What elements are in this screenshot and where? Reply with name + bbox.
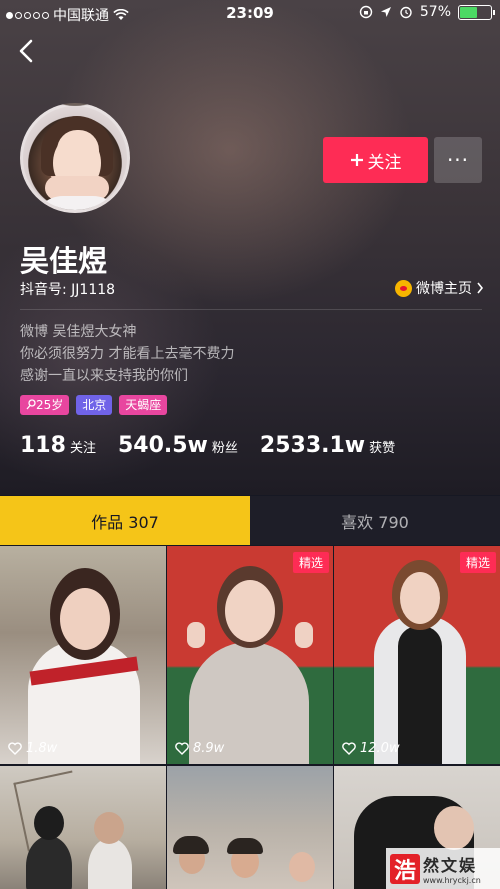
battery-percent: 57%	[419, 4, 451, 20]
chevron-right-icon	[477, 282, 484, 294]
bio: 微博 吴佳煜大女神 你必须很努力 才能看上去毫不费力 感谢一直以来支持我的你们	[20, 321, 234, 387]
watermark-logo: 浩	[390, 853, 420, 884]
video-thumbnail[interactable]	[167, 766, 333, 889]
profile-tags: 25岁 北京 天蝎座	[20, 395, 168, 415]
zodiac-tag: 天蝎座	[119, 395, 168, 415]
bio-line: 你必须很努力 才能看上去毫不费力	[20, 346, 235, 362]
video-thumbnail[interactable]	[0, 766, 166, 889]
content-tabs: 作品 307 喜欢 790	[0, 496, 500, 545]
site-watermark: 浩 然文娱 www.hryckj.cn	[386, 848, 500, 889]
battery-icon	[458, 4, 495, 20]
age-tag-label: 25岁	[36, 398, 64, 412]
bio-line: 微博 吴佳煜大女神	[20, 324, 137, 340]
weibo-link-label: 微博主页	[416, 281, 472, 297]
location-icon	[380, 7, 391, 17]
follow-button[interactable]: 关注	[323, 137, 428, 183]
divider	[20, 309, 482, 310]
profile-name: 吴佳煜	[20, 244, 108, 278]
video-like-count: 1.8w	[8, 741, 57, 756]
video-like-count-label: 1.8w	[26, 741, 58, 756]
more-dots-icon: ···	[446, 148, 470, 172]
video-thumbnail[interactable]: 精选 8.9w	[167, 546, 333, 764]
back-button[interactable]	[12, 34, 40, 68]
heart-icon	[342, 742, 356, 755]
douyin-id: 抖音号: JJ1118	[20, 282, 116, 298]
plus-icon	[350, 154, 363, 166]
video-like-count: 8.9w	[175, 741, 224, 756]
age-tag: 25岁	[20, 395, 70, 415]
following-count[interactable]: 118	[20, 433, 66, 458]
follow-label: 关注	[367, 152, 402, 173]
weibo-icon	[395, 279, 412, 297]
avatar[interactable]	[20, 103, 130, 213]
video-like-count-label: 12.0w	[360, 741, 400, 756]
featured-badge: 精选	[459, 552, 496, 573]
heart-icon	[8, 742, 22, 755]
rotation-lock-icon	[359, 5, 373, 19]
video-thumbnail[interactable]: 精选 12.0w	[334, 546, 500, 764]
more-options-button[interactable]: ···	[434, 137, 482, 183]
watermark-title: 然文娱	[423, 856, 478, 875]
heart-icon	[175, 742, 189, 755]
video-thumbnail[interactable]: 1.8w	[0, 546, 166, 764]
featured-badge: 精选	[292, 552, 329, 573]
chevron-left-icon	[19, 39, 33, 63]
status-right: 57%	[359, 4, 495, 20]
video-like-count-label: 8.9w	[193, 741, 225, 756]
video-like-count: 12.0w	[342, 741, 400, 756]
status-bar: 中国联通 23:09 57%	[0, 0, 500, 26]
fans-count[interactable]: 540.5w	[118, 433, 208, 458]
bio-line: 感谢一直以来支持我的你们	[20, 368, 188, 384]
city-tag: 北京	[76, 395, 113, 415]
tab-works[interactable]: 作品 307	[0, 496, 250, 545]
weibo-homepage-link[interactable]: 微博主页	[395, 278, 484, 298]
likes-received-label: 获赞	[369, 441, 396, 456]
watermark-url: www.hryckj.cn	[423, 876, 481, 885]
tab-liked[interactable]: 喜欢 790	[250, 496, 500, 545]
female-icon	[26, 399, 36, 410]
watermark-text: 然文娱 www.hryckj.cn	[423, 852, 481, 885]
following-label: 关注	[69, 441, 96, 456]
likes-received-count: 2533.1w	[259, 433, 366, 458]
fans-label: 粉丝	[211, 441, 238, 456]
alarm-icon	[400, 6, 412, 19]
profile-stats: 118 关注 540.5w 粉丝 2533.1w 获赞	[20, 433, 417, 458]
